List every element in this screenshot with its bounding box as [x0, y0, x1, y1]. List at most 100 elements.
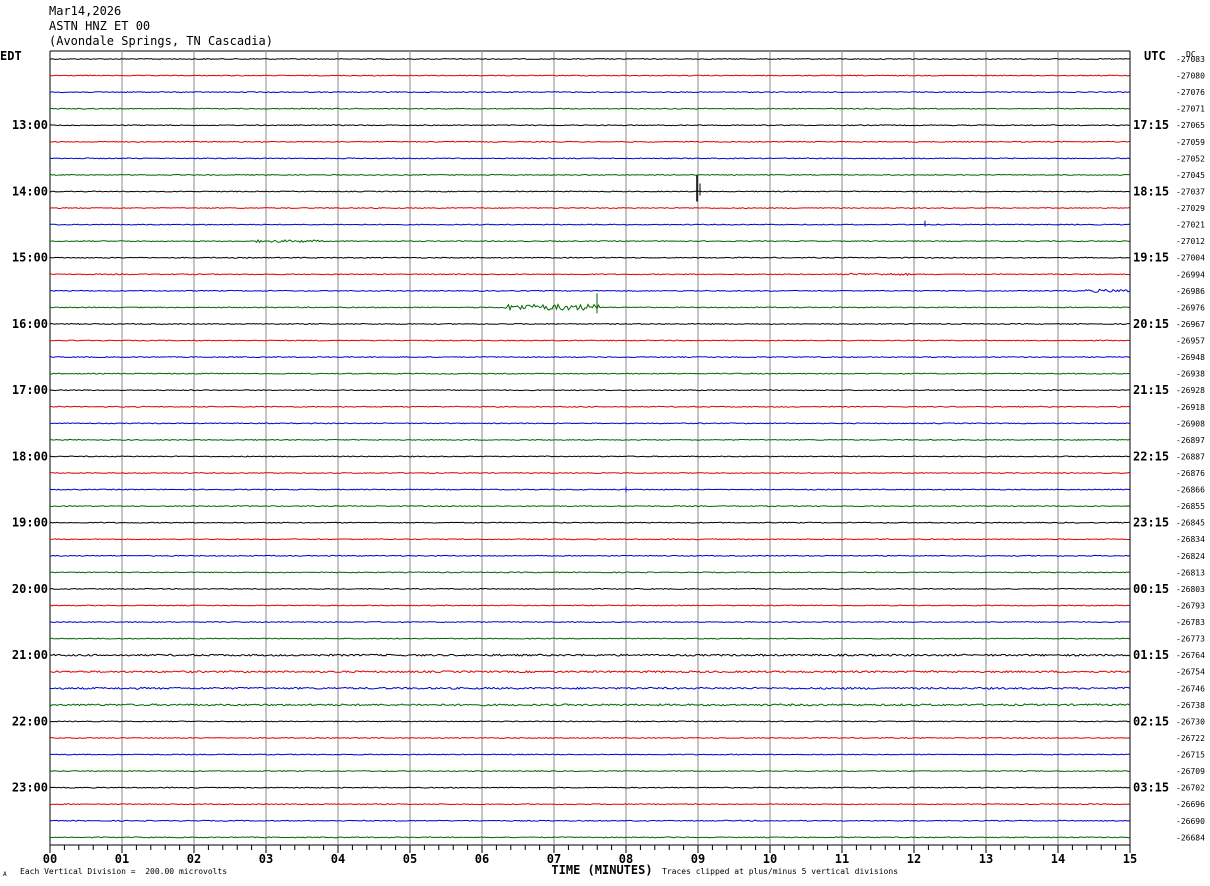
grid	[49, 50, 1131, 853]
seismic-trace	[50, 538, 1130, 541]
left-hour-label: 23:00	[12, 781, 48, 795]
left-hour-label: 20:00	[12, 582, 48, 596]
x-tick-label: 04	[331, 852, 345, 866]
dc-offset-label: -26967	[1176, 320, 1205, 329]
seismic-trace	[49, 836, 1130, 839]
seismic-trace	[50, 571, 1130, 574]
dc-offset-label: -26976	[1176, 303, 1205, 312]
right-timezone-label: UTC	[1144, 49, 1166, 63]
seismic-trace	[49, 190, 1130, 193]
dc-offset-label: -26730	[1176, 717, 1205, 726]
dc-offset-label: -26690	[1176, 817, 1205, 826]
x-tick-label: 01	[115, 852, 129, 866]
dc-offset-label: -27059	[1176, 138, 1205, 147]
dc-offset-label: -26803	[1176, 585, 1205, 594]
x-tick-label: 05	[403, 852, 417, 866]
dc-offset-label: -27071	[1176, 105, 1205, 114]
left-hour-label: 15:00	[12, 251, 48, 265]
dc-offset-label: -26738	[1176, 701, 1205, 710]
dc-offset-label: -27080	[1176, 72, 1205, 81]
seismic-trace	[49, 389, 1130, 392]
seismic-trace	[49, 256, 1130, 259]
seismic-trace	[49, 438, 1130, 441]
dc-offset-label: -26834	[1176, 535, 1205, 544]
left-hour-label: 22:00	[12, 714, 48, 728]
dc-offset-label: -27004	[1176, 254, 1205, 263]
dc-offset-label: -27045	[1176, 171, 1205, 180]
x-tick-label: 03	[259, 852, 273, 866]
seismic-trace	[49, 587, 1130, 590]
seismic-trace	[49, 770, 1130, 773]
dc-offset-label: -26783	[1176, 618, 1205, 627]
left-hour-label: 16:00	[12, 317, 48, 331]
seismic-trace	[49, 653, 1130, 657]
seismic-trace	[49, 157, 1130, 160]
dc-offset-label: -26702	[1176, 784, 1205, 793]
right-hour-label: 17:15	[1133, 118, 1169, 132]
x-tick-label: 00	[43, 852, 57, 866]
seismic-trace	[50, 303, 1130, 312]
seismic-trace	[50, 91, 1130, 94]
seismic-trace	[50, 621, 1130, 624]
labels: 00 01 02 03 04 05 06 07 08 09 10 11 12 13 14 15TIME (MI…	[0, 49, 1205, 877]
left-hour-label: 21:00	[12, 648, 48, 662]
seismic-trace	[49, 322, 1130, 325]
seismic-trace	[49, 720, 1130, 723]
seismic-trace	[49, 488, 1130, 491]
dc-offset-label: -27037	[1176, 187, 1205, 196]
seismic-trace	[49, 604, 1130, 607]
x-tick-label: 10	[763, 852, 777, 866]
seismic-trace	[49, 124, 1130, 127]
seismic-trace	[49, 819, 1130, 822]
dc-offset-label: -26746	[1176, 684, 1205, 693]
dc-offset-label: -26684	[1176, 833, 1205, 842]
dc-offset-label: -27083	[1176, 55, 1205, 64]
seismic-trace	[49, 223, 1130, 226]
seismic-trace	[49, 140, 1130, 143]
dc-offset-label: -26918	[1176, 403, 1205, 412]
dc-offset-label: -27076	[1176, 88, 1205, 97]
dc-offset-label: -26908	[1176, 419, 1205, 428]
dc-offset-label: -26986	[1176, 287, 1205, 296]
seismic-trace	[50, 74, 1130, 77]
left-hour-label: 19:00	[12, 516, 48, 530]
dc-offset-label: -26876	[1176, 469, 1205, 478]
x-tick-label: 11	[835, 852, 849, 866]
left-hour-label: 17:00	[12, 383, 48, 397]
dc-offset-label: -26957	[1176, 337, 1205, 346]
dc-offset-label: -26722	[1176, 734, 1205, 743]
seismic-trace	[49, 239, 1130, 244]
x-tick-label: 06	[475, 852, 489, 866]
right-hour-label: 21:15	[1133, 383, 1169, 397]
x-tick-label: 14	[1051, 852, 1065, 866]
seismic-trace	[49, 521, 1130, 524]
dc-offset-label: -26866	[1176, 486, 1205, 495]
dc-offset-label: -26938	[1176, 370, 1205, 379]
seismic-trace	[49, 272, 1130, 277]
dc-offset-label: -26824	[1176, 552, 1205, 561]
seismic-trace	[49, 753, 1130, 756]
traces	[49, 58, 1130, 839]
corner-mark: A	[3, 871, 7, 878]
dc-offset-label: -26754	[1176, 668, 1205, 677]
dc-offset-label: -26793	[1176, 601, 1205, 610]
dc-offset-label: -27012	[1176, 237, 1205, 246]
seismic-trace	[49, 405, 1130, 408]
right-hour-label: 03:15	[1133, 781, 1169, 795]
seismic-trace	[49, 686, 1130, 690]
left-hour-label: 13:00	[12, 118, 48, 132]
helicorder-chart: 00 01 02 03 04 05 06 07 08 09 10 11 12 13 14 15TIME (MI…	[0, 49, 1205, 877]
seismic-trace	[49, 372, 1130, 375]
dc-offset-label: -26813	[1176, 568, 1205, 577]
right-hour-label: 23:15	[1133, 516, 1169, 530]
seismic-trace	[49, 803, 1130, 806]
dc-offset-label: -27021	[1176, 221, 1205, 230]
seismic-trace	[49, 554, 1130, 557]
dc-offset-label: -26948	[1176, 353, 1205, 362]
seismic-trace	[49, 455, 1130, 458]
seismic-trace	[49, 58, 1130, 60]
dc-offset-label: -27065	[1176, 121, 1205, 130]
x-tick-label: 15	[1123, 852, 1137, 866]
seismic-trace	[49, 356, 1130, 359]
seismic-trace	[49, 288, 1130, 293]
